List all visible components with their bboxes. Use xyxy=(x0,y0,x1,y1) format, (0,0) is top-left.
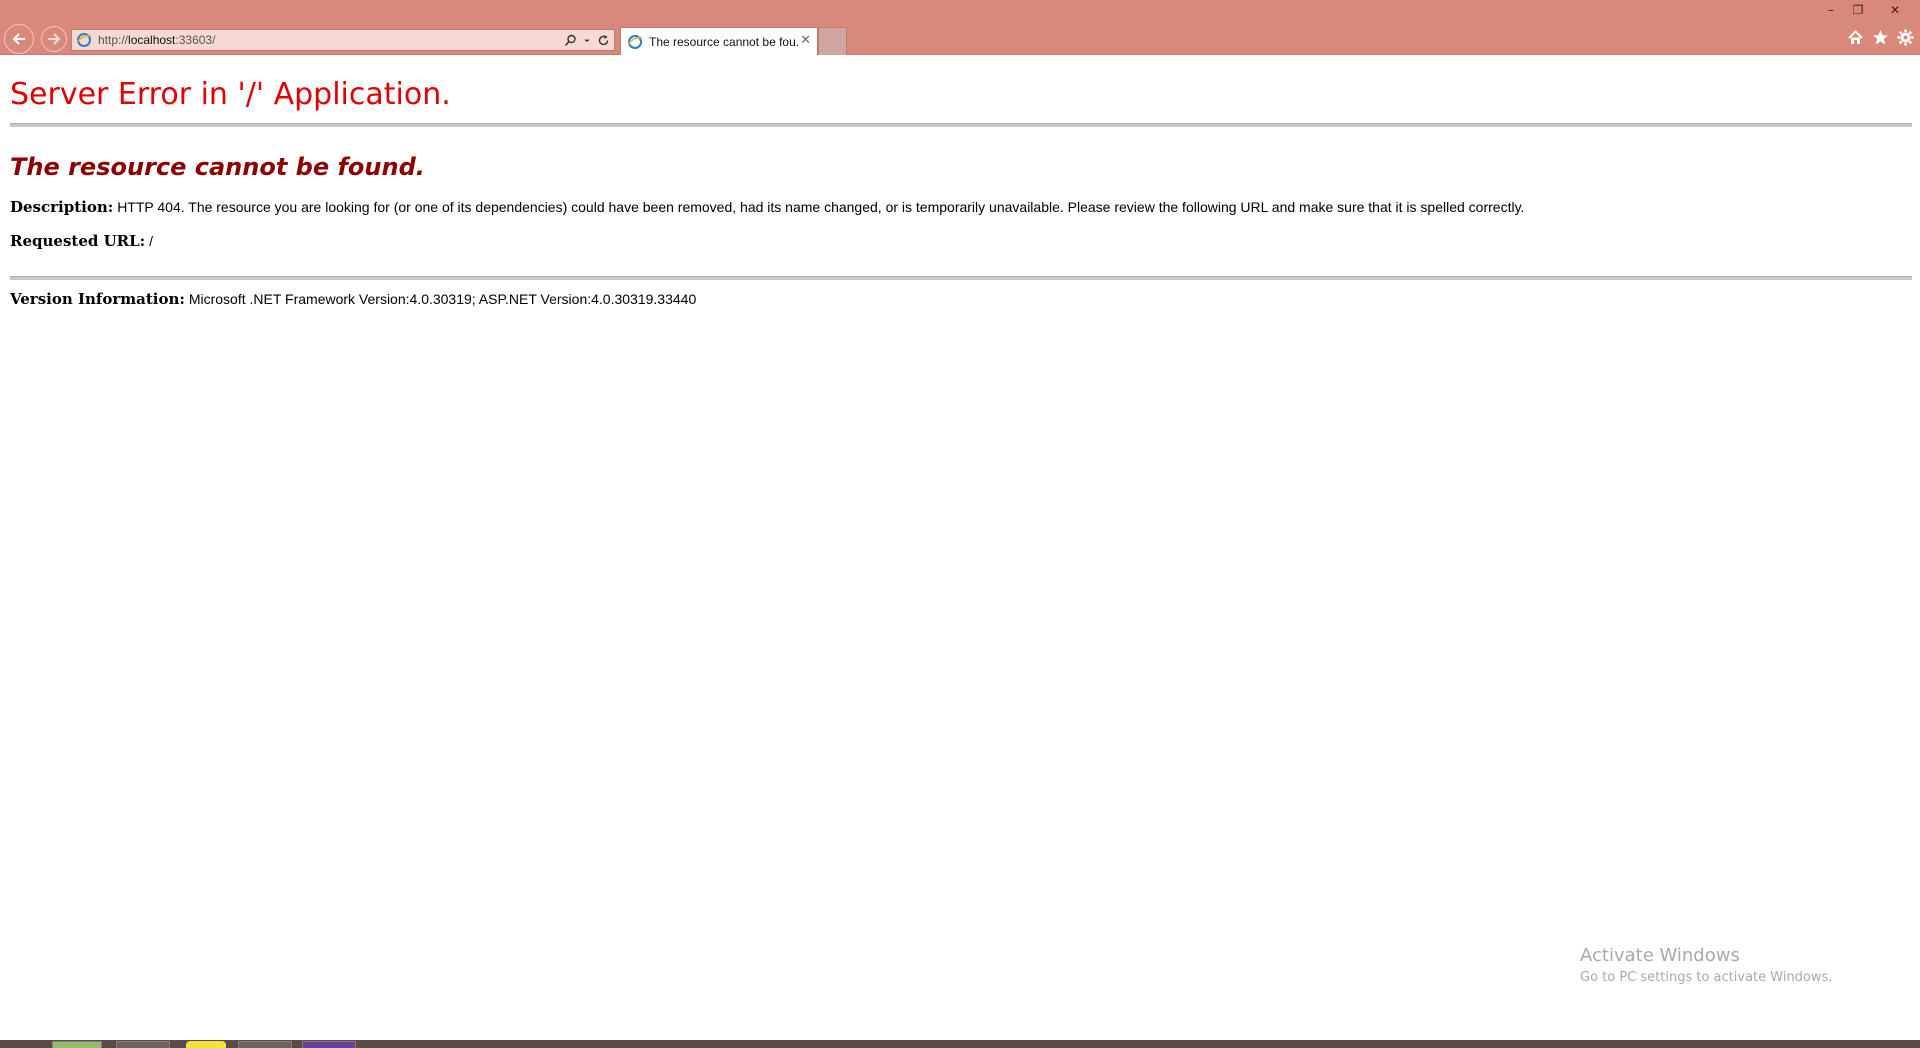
version-information: Version Information: Microsoft .NET Fram… xyxy=(10,290,1912,308)
refresh-icon[interactable] xyxy=(597,34,610,47)
requested-url-label: Requested URL: xyxy=(10,232,146,250)
forward-button[interactable] xyxy=(41,26,67,52)
description-label: Description: xyxy=(10,198,114,216)
search-icon[interactable] xyxy=(564,34,577,47)
divider xyxy=(10,276,1912,280)
page-content: Server Error in '/' Application. The res… xyxy=(10,55,1912,308)
taskbar-item-visual-studio[interactable] xyxy=(302,1041,356,1048)
new-tab-button[interactable] xyxy=(818,27,847,55)
requested-url-value: / xyxy=(149,233,153,249)
version-text: Microsoft .NET Framework Version:4.0.303… xyxy=(188,291,697,307)
address-bar[interactable]: http://localhost:33603/ xyxy=(71,29,615,51)
close-window-button[interactable]: ✕ xyxy=(1872,0,1918,20)
watermark-subtitle: Go to PC settings to activate Windows. xyxy=(1580,970,1833,985)
favorites-star-icon[interactable] xyxy=(1872,29,1889,46)
taskbar-item-explorer[interactable] xyxy=(116,1041,170,1048)
back-button[interactable] xyxy=(4,24,34,54)
description: Description: HTTP 404. The resource you … xyxy=(10,198,1912,216)
address-url[interactable]: http://localhost:33603/ xyxy=(98,33,215,47)
tab-title: The resource cannot be fou... xyxy=(649,34,799,49)
taskbar-item-window[interactable] xyxy=(238,1041,292,1048)
restore-button[interactable]: ❐ xyxy=(1846,0,1870,20)
url-port-path: :33603/ xyxy=(175,33,216,47)
url-prefix: http:// xyxy=(98,33,129,47)
browser-toolbar-right xyxy=(1847,29,1914,46)
divider xyxy=(10,123,1912,127)
requested-url: Requested URL: / xyxy=(10,232,1912,250)
watermark-title: Activate Windows xyxy=(1580,945,1740,966)
ie-icon xyxy=(627,34,643,49)
error-heading: The resource cannot be found. xyxy=(10,153,425,181)
page-title: Server Error in '/' Application. xyxy=(10,77,451,112)
taskbar-item-ie[interactable] xyxy=(52,1041,102,1048)
dropdown-icon[interactable] xyxy=(583,34,591,47)
settings-gear-icon[interactable] xyxy=(1897,29,1914,46)
address-tools xyxy=(564,30,610,50)
activate-windows-watermark: Activate Windows Go to PC settings to ac… xyxy=(1580,945,1832,985)
taskbar-item-app[interactable] xyxy=(186,1041,226,1048)
home-icon[interactable] xyxy=(1847,29,1864,46)
forward-icon xyxy=(48,33,61,45)
ie-icon xyxy=(76,33,92,47)
version-label: Version Information: xyxy=(10,290,185,308)
tab-active[interactable]: The resource cannot be fou... ✕ xyxy=(620,27,818,55)
description-text: HTTP 404. The resource you are looking f… xyxy=(117,199,1525,215)
tab-close-icon[interactable]: ✕ xyxy=(800,34,811,48)
back-icon xyxy=(12,33,25,45)
url-host: localhost xyxy=(128,33,176,47)
minimize-button[interactable]: – xyxy=(1820,0,1842,20)
